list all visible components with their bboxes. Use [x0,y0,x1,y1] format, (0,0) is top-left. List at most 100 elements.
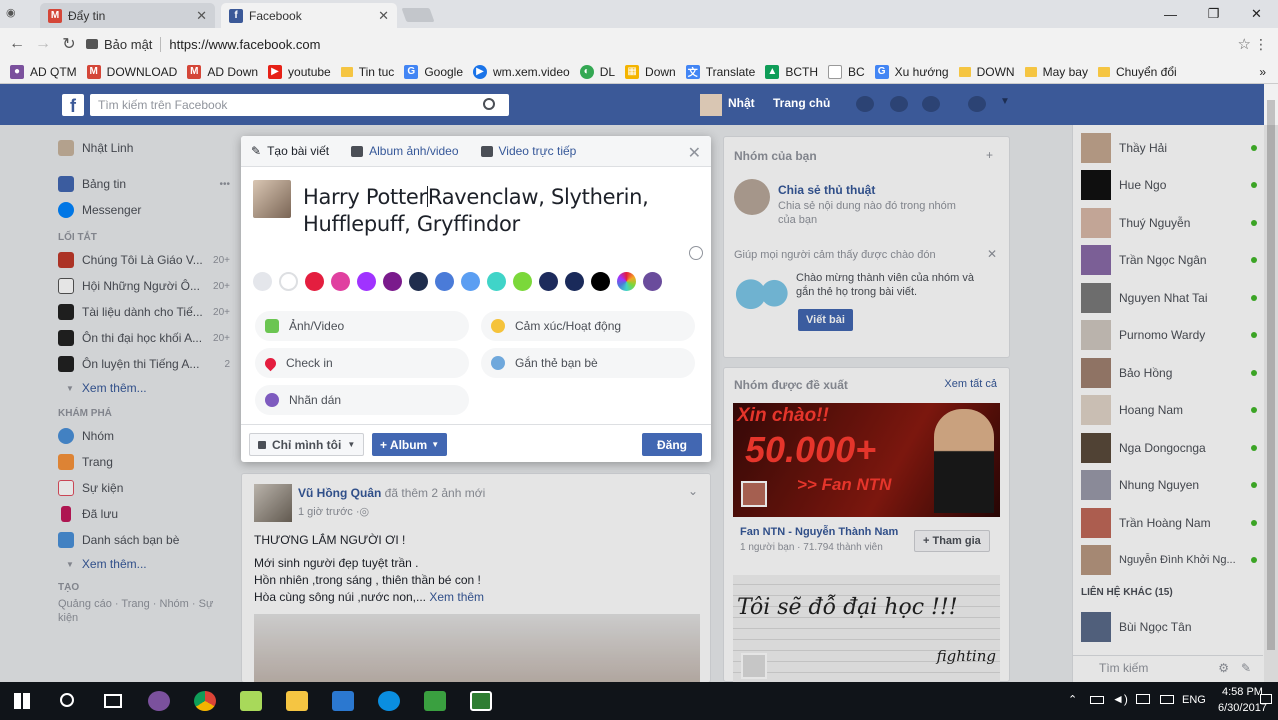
post-button[interactable]: Đăng [642,433,702,456]
battery-icon[interactable] [1090,696,1104,704]
sidebar-item-groups[interactable]: Nhóm [58,423,230,449]
handwriting-image[interactable]: Tôi sẽ đỗ đại học !!! fighting [733,575,1000,683]
bookmark-ad-qtm[interactable]: ● AD QTM [10,64,77,79]
notifications-icon[interactable] [922,96,940,112]
contact-item[interactable]: Nhung Nguyen [1081,470,1257,500]
sidebar-shortcut[interactable]: Ôn luyện thi Tiếng A... 2 [58,351,230,377]
minimize-icon[interactable]: — [1149,0,1192,28]
background-color-swatch[interactable] [331,272,350,291]
windows-start-icon[interactable] [14,693,30,709]
contact-item[interactable]: Thầy Hải [1081,133,1257,163]
url-text[interactable]: https://www.facebook.com [169,37,320,52]
sticker-button[interactable]: Nhãn dán [255,385,469,415]
facebook-search-input[interactable]: Tìm kiếm trên Facebook [90,94,509,116]
post-author[interactable]: Vũ Hồng Quân [298,486,381,500]
file-explorer-icon[interactable] [286,691,308,711]
bookmark-may-bay[interactable]: May bay [1024,65,1088,79]
bookmark-youtube[interactable]: ▶ youtube [268,64,331,79]
search-icon[interactable] [60,693,74,707]
privacy-selector[interactable]: Chỉ mình tôi ▼ [249,433,365,456]
profile-avatar[interactable] [700,94,722,116]
contact-item[interactable]: Hue Ngo [1081,170,1257,200]
bookmark-down-folder[interactable]: DOWN [958,65,1015,79]
chrome-menu-icon[interactable]: ◉ [6,6,22,20]
close-icon[interactable]: ✕ [688,143,701,163]
sidebar-item-events[interactable]: Sự kiện [58,475,230,501]
friend-requests-icon[interactable] [856,96,874,112]
camtasia-icon[interactable] [424,691,446,711]
keyboard-icon[interactable] [1160,695,1174,704]
see-more-link[interactable]: Xem thêm [429,590,484,604]
add-icon[interactable]: + [986,148,993,162]
profile-link[interactable]: Nhật [728,96,755,110]
avatar[interactable] [254,484,292,522]
background-color-swatch[interactable] [539,272,558,291]
bookmark-xu-huong[interactable]: G Xu hướng [874,64,949,79]
camtasia-recorder-icon[interactable] [470,691,492,711]
add-to-album-button[interactable]: + Album ▼ [372,433,448,456]
tab-facebook[interactable]: f Facebook ✕ [221,3,397,28]
search-icon[interactable] [483,98,495,110]
background-color-swatch[interactable] [435,272,454,291]
back-icon[interactable]: ← [4,35,30,53]
background-color-swatch[interactable] [591,272,610,291]
group-avatar[interactable] [734,179,770,215]
see-all-link[interactable]: Xem tất cả [944,378,997,390]
background-color-swatch[interactable] [513,272,532,291]
account-menu-icon[interactable]: ▼ [1000,96,1010,107]
zalo-icon[interactable] [378,691,400,711]
tray-overflow-icon[interactable]: ⌃ [1068,693,1077,706]
post-text-input[interactable]: Harry PotterRavenclaw, Slytherin, Huffle… [303,184,693,238]
facebook-logo-icon[interactable]: f [62,94,84,116]
input-language[interactable]: ENG [1182,694,1206,706]
scrollbar-thumb[interactable] [1267,100,1275,650]
sidebar-shortcut[interactable]: Tài liệu dành cho Tiế... 20+ [58,299,230,325]
close-tab-icon[interactable]: ✕ [378,8,389,24]
background-color-swatch[interactable] [409,272,428,291]
bookmark-dl[interactable]: ◐ DL [579,64,615,79]
home-link[interactable]: Trang chủ [773,96,830,110]
sidebar-shortcut[interactable]: Hội Những Người Ô... 20+ [58,273,230,299]
see-more-shortcuts[interactable]: ▼ Xem thêm... [58,377,230,399]
tab-live-video[interactable]: Video trực tiếp [480,144,587,158]
emoji-icon[interactable] [689,246,703,260]
feeling-activity-button[interactable]: Cảm xúc/Hoạt động [481,311,695,341]
contact-item[interactable]: Bùi Ngọc Tân [1081,612,1257,642]
see-more-explore[interactable]: ▼ Xem thêm... [58,553,230,575]
background-color-swatch[interactable] [305,272,324,291]
background-color-swatch[interactable] [461,272,480,291]
write-post-button[interactable]: Viết bài [798,309,853,331]
compose-icon[interactable]: ✎ [1241,656,1251,680]
gear-icon[interactable]: ⚙ [1218,656,1229,680]
dismiss-icon[interactable]: ✕ [987,247,997,261]
sidebar-shortcut[interactable]: Chúng Tôi Là Giáo V... 20+ [58,247,230,273]
forward-icon[interactable]: → [30,35,56,53]
sidebar-item-saved[interactable]: Đã lưu [58,501,230,527]
bookmark-chuyen-doi[interactable]: Chuyển đổi [1097,65,1177,79]
contact-item[interactable]: Nga Dongocnga [1081,433,1257,463]
add-photo-video-button[interactable]: Ảnh/Video [255,311,469,341]
bookmark-google[interactable]: G Google [404,64,463,79]
sidebar-item-newsfeed[interactable]: Bảng tin ••• [58,171,230,197]
sidebar-profile[interactable]: Nhật Linh [58,135,230,161]
post-options-icon[interactable]: ⌄ [688,484,698,498]
new-tab-button[interactable] [401,8,435,22]
contacts-search-input[interactable]: Tìm kiếm ⚙ ✎ [1073,655,1263,679]
background-color-swatch[interactable] [617,272,636,291]
group-name[interactable]: Chia sẻ thủ thuật [778,183,875,197]
contact-item[interactable]: Hoang Nam [1081,395,1257,425]
bookmark-down[interactable]: ▦ Down [625,64,676,79]
tab-day-tin[interactable]: M Đẩy tin ✕ [40,3,215,28]
help-icon[interactable] [968,96,986,112]
suggested-group-name[interactable]: Fan NTN - Nguyễn Thành Nam [740,526,898,538]
contact-item[interactable]: Bảo Hồng [1081,358,1257,388]
contact-item[interactable]: Trần Ngọc Ngân [1081,245,1257,275]
check-in-button[interactable]: Check in [255,348,469,378]
background-color-swatch[interactable] [279,272,298,291]
task-view-icon[interactable] [104,694,122,708]
chrome-menu-dots-icon[interactable]: ⋮ [1254,36,1268,53]
color-picker-back-icon[interactable] [253,272,272,291]
tag-friends-button[interactable]: Gắn thẻ bạn bè [481,348,695,378]
contact-item[interactable]: Trần Hoàng Nam [1081,508,1257,538]
more-options-icon[interactable]: ••• [219,179,230,190]
